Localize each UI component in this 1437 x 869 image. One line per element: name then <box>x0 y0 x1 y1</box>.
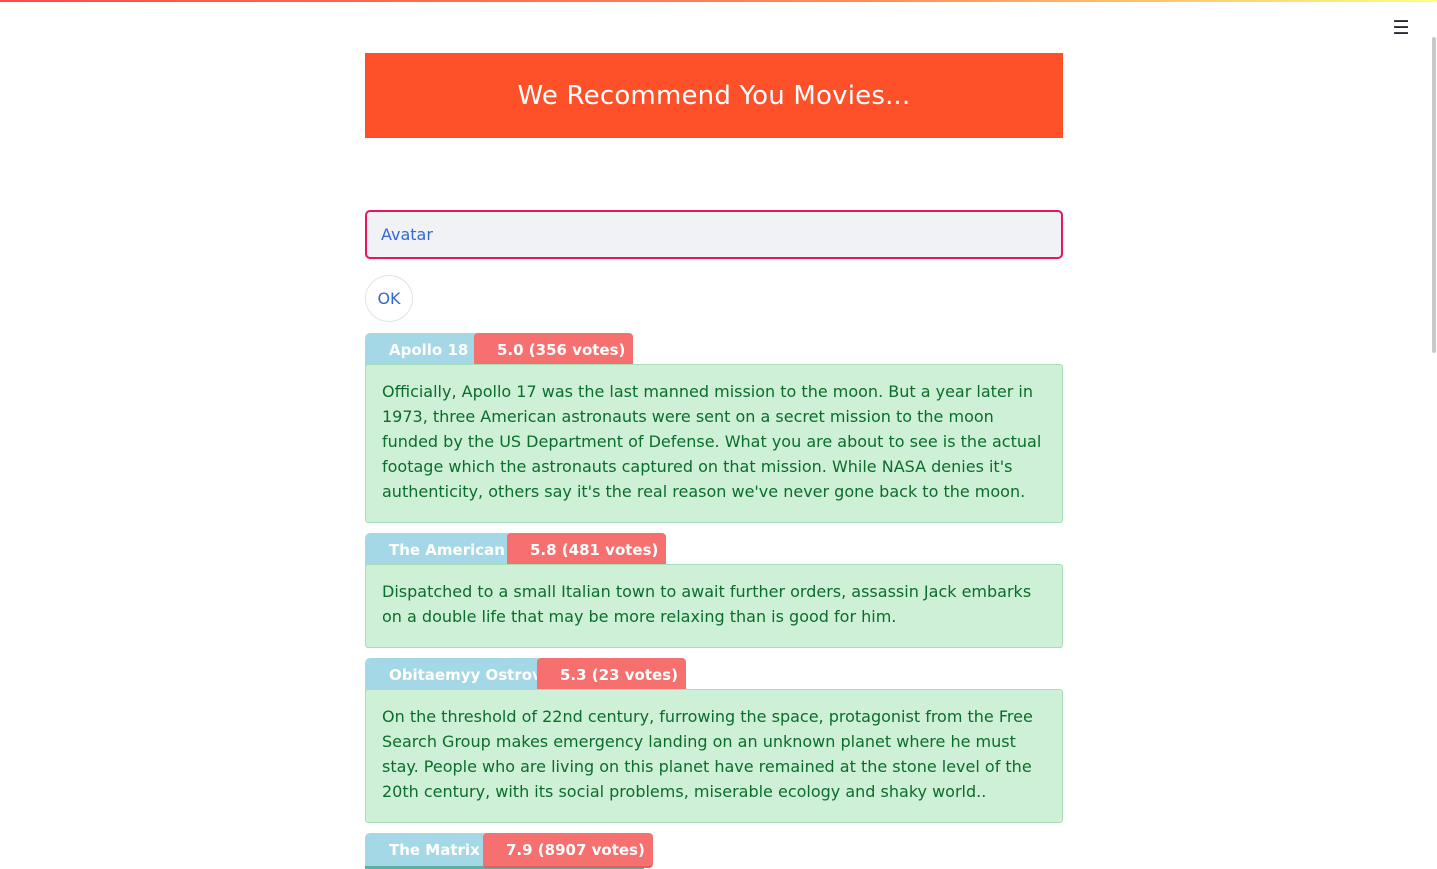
scrollbar[interactable] <box>1432 37 1436 353</box>
movie-overview: Officially, Apollo 17 was the last manne… <box>365 364 1063 523</box>
overview-text: Dispatched to a small Italian town to aw… <box>382 582 1032 626</box>
movie-title: Obitaemyy Ostrov - <box>389 665 554 684</box>
movie-overview: Dispatched to a small Italian town to aw… <box>365 564 1063 648</box>
page-title: We Recommend You Movies... <box>517 80 911 111</box>
movie-search-input[interactable] <box>365 210 1063 259</box>
movie-overview: On the threshold of 22nd century, furrow… <box>365 689 1063 823</box>
rating-badge: 5.3 (23 votes) <box>537 658 686 693</box>
overview-text: On the threshold of 22nd century, furrow… <box>382 707 1033 801</box>
rating-badge: 7.9 (8907 votes) <box>483 833 653 868</box>
movie-title: The Matrix - <box>389 840 492 859</box>
movie-rating: 7.9 (8907 votes) <box>506 840 645 859</box>
ok-button[interactable]: OK <box>365 275 413 322</box>
overview-text: Officially, Apollo 17 was the last manne… <box>382 382 1042 501</box>
movie-title: The American - <box>389 540 517 559</box>
movie-rating: 5.0 (356 votes) <box>497 340 626 359</box>
movie-title: Apollo 18 - <box>389 340 480 359</box>
movie-header: The Matrix - 7.9 (8907 votes) <box>365 833 653 869</box>
movie-rating: 5.3 (23 votes) <box>560 665 678 684</box>
rating-badge: 5.0 (356 votes) <box>474 333 634 368</box>
movie-rating: 5.8 (481 votes) <box>530 540 659 559</box>
top-decoration-bar <box>0 0 1437 2</box>
rating-badge: 5.8 (481 votes) <box>507 533 667 568</box>
header-banner: We Recommend You Movies... <box>365 53 1063 138</box>
hamburger-menu-icon[interactable]: ☰ <box>1388 17 1414 39</box>
